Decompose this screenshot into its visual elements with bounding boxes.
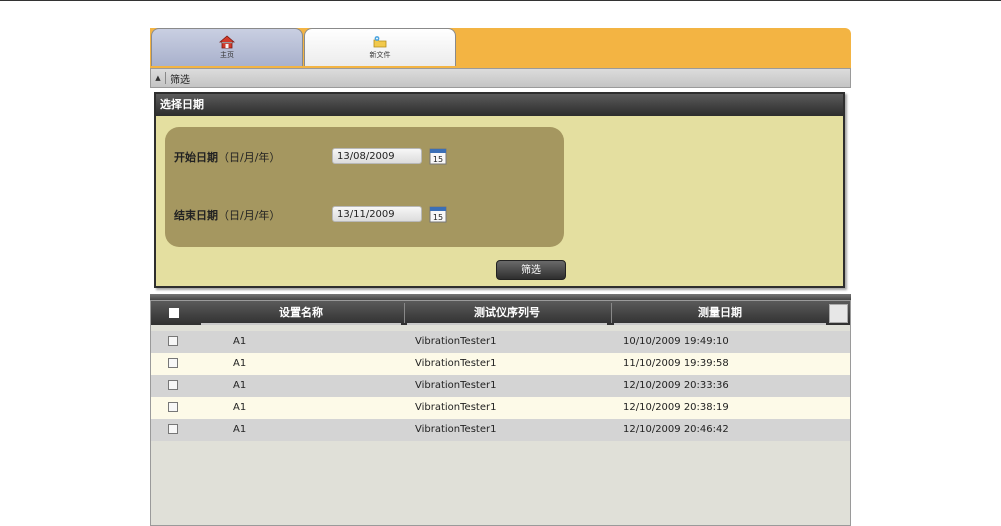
row-setting-name: A1 [233,402,247,413]
row-setting-name: A1 [233,380,247,391]
row-serial: VibrationTester1 [415,402,497,413]
grid-header: 设置名称 测试仪序列号 测量日期 [151,301,850,325]
tab-bar: 主页 新文件 [150,28,851,68]
filter-header[interactable]: ▲ 筛选 [150,68,851,88]
start-date-label-bold: 开始日期 [174,151,218,164]
table-row[interactable]: A1 VibrationTester1 11/10/2009 19:39:58 [151,353,850,375]
row-checkbox[interactable] [168,336,178,346]
end-date-label-format: （日/月/年） [218,209,281,222]
row-serial: VibrationTester1 [415,358,497,369]
row-setting-name: A1 [233,336,247,347]
select-all-checkbox[interactable] [169,308,179,318]
table-row[interactable]: A1 VibrationTester1 12/10/2009 20:33:36 [151,375,850,397]
select-all-cell [151,301,197,325]
grid-scroll-corner[interactable] [829,304,848,323]
end-calendar-day: 15 [433,213,443,222]
row-date: 12/10/2009 20:38:19 [623,402,729,413]
tab-new-file[interactable]: 新文件 [304,28,456,66]
row-select-cell [168,397,178,419]
new-file-icon [372,35,388,49]
filter-header-label: 筛选 [170,74,190,86]
start-date-label-format: （日/月/年） [218,151,281,164]
row-select-cell [168,419,178,441]
row-serial: VibrationTester1 [415,424,497,435]
table-row[interactable]: A1 VibrationTester1 12/10/2009 20:46:42 [151,419,850,441]
start-date-label: 开始日期（日/月/年） [174,149,280,165]
home-icon [219,35,235,49]
row-select-cell [168,353,178,375]
row-date: 12/10/2009 20:33:36 [623,380,729,391]
row-select-cell [168,331,178,353]
table-row[interactable]: A1 VibrationTester1 10/10/2009 19:49:10 [151,331,850,353]
date-range-box: 开始日期（日/月/年） 15 结束日期（日/月/年） 15 [165,127,564,247]
app-frame: 主页 新文件 ▲ 筛选 选择日期 开始日期（日/月/年） 13/08/2009 … [150,28,851,526]
date-selection-panel: 选择日期 开始日期（日/月/年） 15 结束日期（日/月/年） [154,92,845,288]
tab-new-file-label: 新文件 [369,51,391,59]
top-rule [0,0,1001,1]
row-checkbox[interactable] [168,424,178,434]
row-serial: VibrationTester1 [415,380,497,391]
start-calendar-day: 15 [433,155,443,164]
date-panel-title: 选择日期 [156,94,843,116]
end-date-label: 结束日期（日/月/年） [174,207,280,223]
row-date: 12/10/2009 20:46:42 [623,424,729,435]
row-select-cell [168,375,178,397]
row-checkbox[interactable] [168,358,178,368]
end-date-input[interactable] [332,206,422,222]
table-row[interactable]: A1 VibrationTester1 12/10/2009 20:38:19 [151,397,850,419]
row-date: 10/10/2009 19:49:10 [623,336,729,347]
column-header-date[interactable]: 测量日期 [614,301,826,325]
start-date-input[interactable] [332,148,422,164]
filter-button[interactable]: 筛选 [496,260,566,280]
column-header-setting-name[interactable]: 设置名称 [201,301,401,325]
column-header-serial[interactable]: 测试仪序列号 [407,301,607,325]
start-calendar-icon[interactable]: 15 [429,147,447,165]
column-separator[interactable] [611,303,612,323]
tab-home[interactable]: 主页 [151,28,303,66]
row-serial: VibrationTester1 [415,336,497,347]
row-setting-name: A1 [233,358,247,369]
row-checkbox[interactable] [168,380,178,390]
grid-body: A1 VibrationTester1 10/10/2009 19:49:10 … [151,331,850,441]
tab-home-label: 主页 [220,51,234,59]
collapse-up-icon[interactable]: ▲ [151,72,166,84]
column-separator[interactable] [404,303,405,323]
end-date-label-bold: 结束日期 [174,209,218,222]
row-date: 11/10/2009 19:39:58 [623,358,729,369]
results-grid: 设置名称 测试仪序列号 测量日期 A1 VibrationTester1 10/… [150,300,851,526]
end-calendar-icon[interactable]: 15 [429,205,447,223]
row-setting-name: A1 [233,424,247,435]
row-checkbox[interactable] [168,402,178,412]
